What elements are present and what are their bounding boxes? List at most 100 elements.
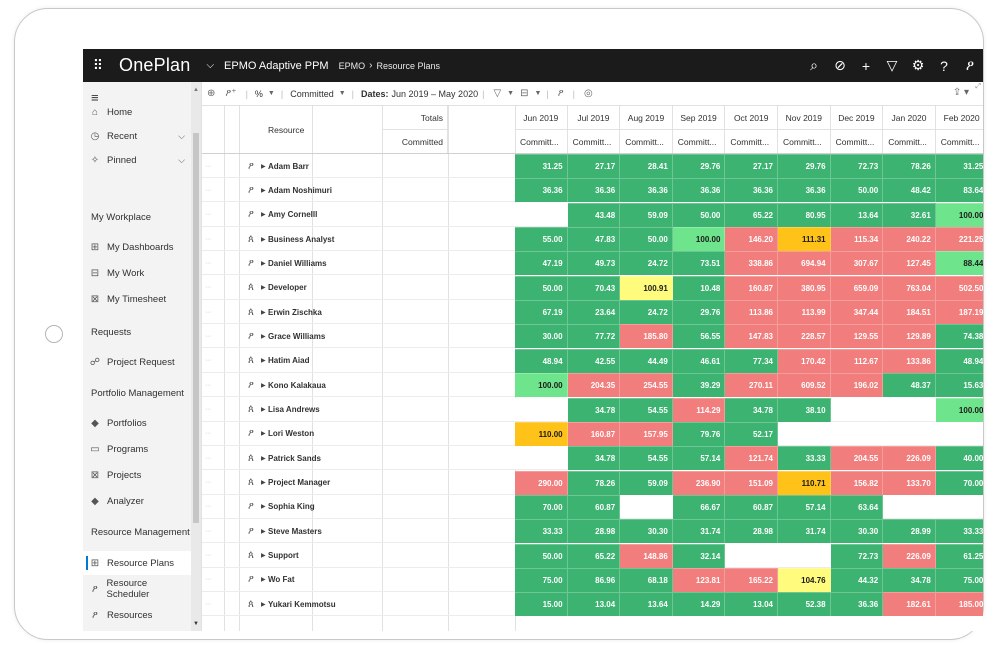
allocation-cell[interactable]: 110.00 [515, 421, 568, 446]
allocation-cell[interactable]: 24.72 [620, 251, 673, 276]
month-header-feb-2020[interactable]: Feb 2020 [935, 106, 983, 130]
allocation-cell[interactable]: 52.17 [725, 421, 778, 446]
allocation-cell[interactable]: 146.20 [725, 227, 778, 252]
month-header-jun-2019[interactable]: Jun 2019 [515, 106, 568, 130]
chevron-down-icon[interactable]: ▼ [268, 90, 275, 97]
allocation-cell[interactable]: 59.09 [620, 470, 673, 495]
allocation-cell[interactable]: 226.09 [883, 446, 936, 471]
export-icon[interactable]: ⇪ ▾ [953, 87, 969, 98]
allocation-cell[interactable]: 115.34 [830, 227, 884, 252]
allocation-cell[interactable]: 13.04 [567, 592, 621, 617]
allocation-cell[interactable]: 75.00 [935, 567, 983, 592]
allocation-cell[interactable]: 100.00 [515, 373, 568, 398]
add-circle-icon[interactable]: ⊕ [207, 88, 215, 99]
allocation-cell[interactable]: 75.00 [515, 567, 568, 592]
expand-row-icon[interactable]: ▶ [261, 300, 266, 324]
allocation-cell[interactable]: 185.00 [935, 592, 983, 617]
table-row[interactable]: ⋯ ጰ ▶ Yukari Kemmotsu [202, 592, 515, 617]
row-menu-icon[interactable]: ⋯ [205, 568, 211, 592]
allocation-cell[interactable]: 61.25 [935, 543, 983, 568]
allocation-cell[interactable]: 74.38 [935, 324, 983, 349]
filter-icon[interactable]: ▽ [879, 57, 905, 74]
expand-row-icon[interactable]: ▶ [261, 324, 266, 348]
table-row[interactable]: ⋯ ዖ ▶ Adam Barr [202, 154, 515, 178]
allocation-cell[interactable]: 33.33 [935, 519, 983, 544]
sidebar-item-analyzer[interactable]: ◆ Analyzer [83, 489, 191, 513]
resource-name[interactable]: Wo Fat [268, 568, 295, 592]
row-menu-icon[interactable]: ⋯ [205, 178, 211, 202]
table-row[interactable]: ⋯ ዖ ▶ Daniel Williams [202, 251, 515, 276]
allocation-cell[interactable]: 34.78 [883, 567, 936, 592]
allocation-cell[interactable]: 270.11 [725, 373, 778, 398]
allocation-cell[interactable]: 70.43 [567, 275, 621, 300]
allocation-cell[interactable]: 36.36 [515, 178, 568, 203]
sidebar-item-portfolios[interactable]: ◆ Portfolios [83, 411, 191, 435]
table-row[interactable]: ⋯ ዖ ▶ Kono Kalakaua [202, 373, 515, 398]
breadcrumb-epmo[interactable]: EPMO [339, 61, 366, 71]
allocation-cell[interactable]: 100.00 [672, 227, 726, 252]
sidebar-item-my-dashboards[interactable]: ⊞ My Dashboards [83, 235, 191, 259]
allocation-cell[interactable]: 228.57 [778, 324, 831, 349]
table-row[interactable]: ⋯ ጰ ▶ Support [202, 544, 515, 568]
resource-name[interactable]: Steve Masters [268, 519, 322, 543]
allocation-cell[interactable]: 43.48 [567, 202, 621, 227]
allocation-cell[interactable]: 104.76 [778, 567, 831, 592]
sidebar-item-my-work[interactable]: ⊟ My Work [83, 261, 191, 285]
allocation-cell[interactable]: 66.67 [672, 494, 726, 519]
month-sub-header[interactable]: Committ... [725, 130, 778, 154]
row-menu-icon[interactable]: ⋯ [205, 300, 211, 324]
expand-row-icon[interactable]: ▶ [261, 422, 266, 446]
allocation-cell[interactable]: 44.32 [830, 567, 884, 592]
allocation-cell[interactable]: 83.64 [935, 178, 983, 203]
table-row[interactable]: ⋯ ዖ ▶ Amy Cornelll [202, 203, 515, 227]
allocation-cell[interactable]: 694.94 [778, 251, 831, 276]
expand-row-icon[interactable]: ▶ [261, 154, 266, 178]
allocation-cell[interactable]: 204.55 [830, 446, 884, 471]
allocation-cell[interactable]: 48.94 [935, 348, 983, 373]
allocation-cell[interactable]: 10.48 [672, 275, 726, 300]
allocation-cell[interactable]: 32.14 [672, 543, 726, 568]
expand-row-icon[interactable]: ▶ [261, 398, 266, 422]
resource-name[interactable]: Patrick Sands [268, 446, 321, 470]
allocation-cell[interactable]: 79.76 [672, 421, 726, 446]
allocation-cell[interactable]: 55.00 [515, 227, 568, 252]
assign-resource-icon[interactable]: ዖ⁺ [225, 88, 236, 99]
allocation-cell[interactable]: 290.00 [515, 470, 568, 495]
help-icon[interactable]: ? [931, 58, 957, 74]
allocation-cell[interactable]: 32.61 [883, 202, 936, 227]
expand-row-icon[interactable]: ▶ [261, 495, 266, 519]
allocation-cell[interactable]: 70.00 [515, 494, 568, 519]
expand-row-icon[interactable]: ▶ [261, 519, 266, 543]
allocation-cell[interactable]: 307.67 [830, 251, 884, 276]
allocation-cell[interactable]: 160.87 [567, 421, 621, 446]
allocation-cell[interactable]: 65.22 [567, 543, 621, 568]
allocation-cell[interactable]: 148.86 [620, 543, 673, 568]
allocation-cell[interactable]: 57.14 [672, 446, 726, 471]
allocation-cell[interactable]: 34.78 [725, 397, 778, 422]
expand-row-icon[interactable]: ▶ [261, 568, 266, 592]
allocation-cell[interactable]: 100.91 [620, 275, 673, 300]
allocation-cell[interactable]: 763.04 [883, 275, 936, 300]
allocation-cell[interactable]: 204.35 [567, 373, 621, 398]
month-sub-header[interactable]: Committ... [831, 130, 884, 154]
resource-name[interactable]: Adam Noshimuri [268, 178, 332, 202]
allocation-cell[interactable]: 133.70 [883, 470, 936, 495]
allocation-cell[interactable]: 29.76 [672, 154, 726, 178]
totals-column-header[interactable]: Totals [382, 106, 448, 130]
allocation-cell[interactable]: 129.55 [830, 324, 884, 349]
scroll-up-icon[interactable]: ▲ [193, 87, 199, 93]
scroll-down-icon[interactable]: ▼ [193, 621, 199, 627]
allocation-cell[interactable]: 160.87 [725, 275, 778, 300]
row-menu-icon[interactable]: ⋯ [205, 398, 211, 422]
allocation-cell[interactable]: 609.52 [778, 373, 831, 398]
allocation-cell[interactable]: 236.90 [672, 470, 726, 495]
sidebar-item-pinned[interactable]: ✧ Pinned ⌵ [83, 148, 191, 172]
row-menu-icon[interactable]: ⋯ [205, 227, 211, 251]
allocation-cell[interactable]: 40.00 [935, 446, 983, 471]
allocation-cell[interactable]: 123.81 [672, 567, 726, 592]
allocation-cell[interactable]: 80.95 [778, 202, 831, 227]
allocation-cell[interactable]: 50.00 [620, 227, 673, 252]
row-menu-icon[interactable]: ⋯ [205, 471, 211, 495]
month-sub-header[interactable]: Committ... [883, 130, 936, 154]
chevron-down-icon[interactable]: ⌵ [178, 155, 185, 166]
